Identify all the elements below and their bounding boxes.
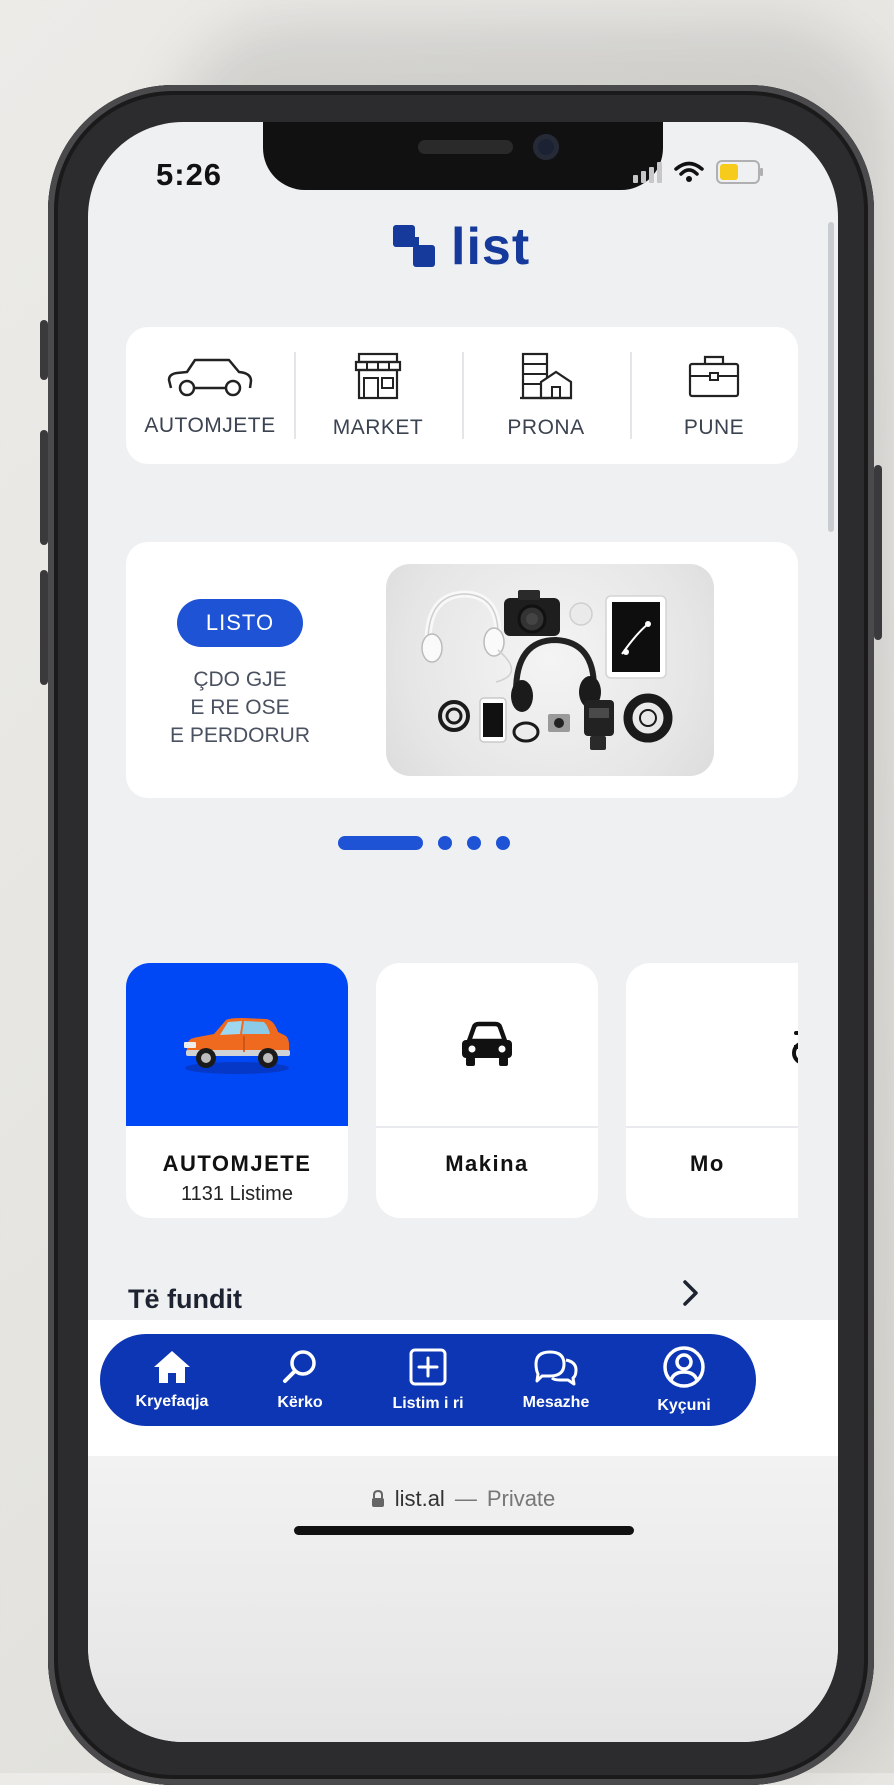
mute-switch <box>40 320 48 380</box>
tab-listim-i-ri[interactable]: Listim i ri <box>364 1334 492 1426</box>
category-pune[interactable]: PUNE <box>630 327 798 464</box>
category-prona[interactable]: PRONA <box>462 327 630 464</box>
power-button <box>874 465 882 640</box>
browser-bar: list.al — Private <box>88 1456 838 1742</box>
store-icon <box>354 352 402 399</box>
notch <box>263 122 663 190</box>
tile-motorcycle[interactable]: Mo <box>626 963 798 1218</box>
speaker <box>418 140 513 154</box>
category-label: MARKET <box>332 415 424 439</box>
app-logo[interactable]: list <box>393 217 530 277</box>
home-icon <box>154 1351 190 1383</box>
tile-divider <box>626 1126 798 1128</box>
listo-button[interactable]: LISTO <box>177 599 303 647</box>
tile-makina[interactable]: Makina <box>376 963 598 1218</box>
building-icon <box>520 352 573 399</box>
carousel-dot-active[interactable] <box>338 836 423 850</box>
tile-title: Mo <box>690 1151 725 1176</box>
list-logo-icon <box>393 225 435 267</box>
tab-label: Kërko <box>277 1394 323 1411</box>
lock-icon <box>371 1490 384 1507</box>
tab-kerko[interactable]: Kërko <box>236 1334 364 1426</box>
scrollbar[interactable] <box>828 222 834 532</box>
signal-icon <box>633 161 662 183</box>
phone-screen: 5:26 list AUTOMJETE MARKET PRONA PUNE LI… <box>88 122 838 1742</box>
carousel-dot[interactable] <box>496 836 510 850</box>
car-outline-icon <box>167 358 253 396</box>
tile-image-area <box>376 963 598 1126</box>
category-label: PRONA <box>507 415 585 439</box>
battery-fill <box>720 164 738 180</box>
tab-label: Listim i ri <box>392 1395 464 1412</box>
tab-label: Mesazhe <box>522 1394 590 1411</box>
electronics-flatlay-image <box>386 564 714 776</box>
category-label: AUTOMJETE <box>144 413 276 437</box>
electronics-illustration <box>421 590 673 750</box>
url-domain: list.al <box>394 1486 445 1511</box>
tile-title: Makina <box>445 1151 529 1176</box>
category-market[interactable]: MARKET <box>294 327 462 464</box>
home-indicator[interactable] <box>294 1526 634 1535</box>
category-automjete[interactable]: AUTOMJETE <box>126 327 294 464</box>
private-label: Private <box>486 1486 556 1511</box>
tile-image-area <box>626 963 798 1126</box>
promo-line: E RE OSE <box>190 696 290 719</box>
address-bar[interactable]: list.al — Private <box>88 1486 838 1512</box>
briefcase-icon <box>688 355 740 397</box>
logo-word: list <box>451 218 531 276</box>
add-square-icon <box>409 1348 447 1386</box>
wifi-icon <box>674 161 704 182</box>
tab-kycuni[interactable]: Kyçuni <box>620 1334 748 1426</box>
promo-line: ÇDO GJE <box>193 668 287 691</box>
promo-banner[interactable]: LISTO ÇDO GJE E RE OSE E PERDORUR <box>126 542 798 798</box>
chevron-right-icon[interactable] <box>680 1278 702 1313</box>
search-icon <box>283 1350 316 1383</box>
promo-text: ÇDO GJE E RE OSE E PERDORUR <box>146 666 334 750</box>
tab-label: Kyçuni <box>657 1397 711 1414</box>
tab-mesazhe[interactable]: Mesazhe <box>492 1334 620 1426</box>
motorcycle-icon <box>792 1030 798 1063</box>
status-icons <box>633 160 763 184</box>
bottom-tab-bar: Kryefaqja Kërko Listim i ri Mesazhe Kyçu… <box>100 1334 756 1426</box>
battery-icon <box>716 160 763 184</box>
subcategory-carousel: AUTOMJETE 1131 Listime Makina Mo <box>126 963 798 1218</box>
chat-bubbles-icon <box>534 1350 578 1386</box>
category-label: PUNE <box>683 415 745 439</box>
car-front-icon <box>462 1021 512 1066</box>
promo-line: E PERDORUR <box>169 724 311 747</box>
tile-divider <box>376 1126 598 1128</box>
tile-automjete[interactable]: AUTOMJETE 1131 Listime <box>126 963 348 1218</box>
tile-title: AUTOMJETE <box>162 1151 312 1176</box>
user-circle-icon <box>663 1346 705 1388</box>
volume-down-button <box>40 570 48 685</box>
chevron-right-glyph <box>683 1280 698 1306</box>
carousel-indicator[interactable] <box>338 836 510 850</box>
carousel-dot[interactable] <box>438 836 452 850</box>
carousel-dot[interactable] <box>467 836 481 850</box>
volume-up-button <box>40 430 48 545</box>
tile-image-area <box>126 963 348 1126</box>
front-camera <box>533 134 559 160</box>
tab-label: Kryefaqja <box>135 1393 209 1410</box>
status-time: 5:26 <box>156 157 223 192</box>
tile-count: 1131 Listime <box>181 1183 293 1205</box>
orange-vintage-car-image <box>184 1017 290 1074</box>
category-bar: AUTOMJETE MARKET PRONA PUNE <box>126 327 798 464</box>
recent-section-title: Të fundit <box>128 1284 242 1314</box>
tab-kryefaqja[interactable]: Kryefaqja <box>108 1334 236 1426</box>
url-separator: — <box>454 1486 477 1511</box>
